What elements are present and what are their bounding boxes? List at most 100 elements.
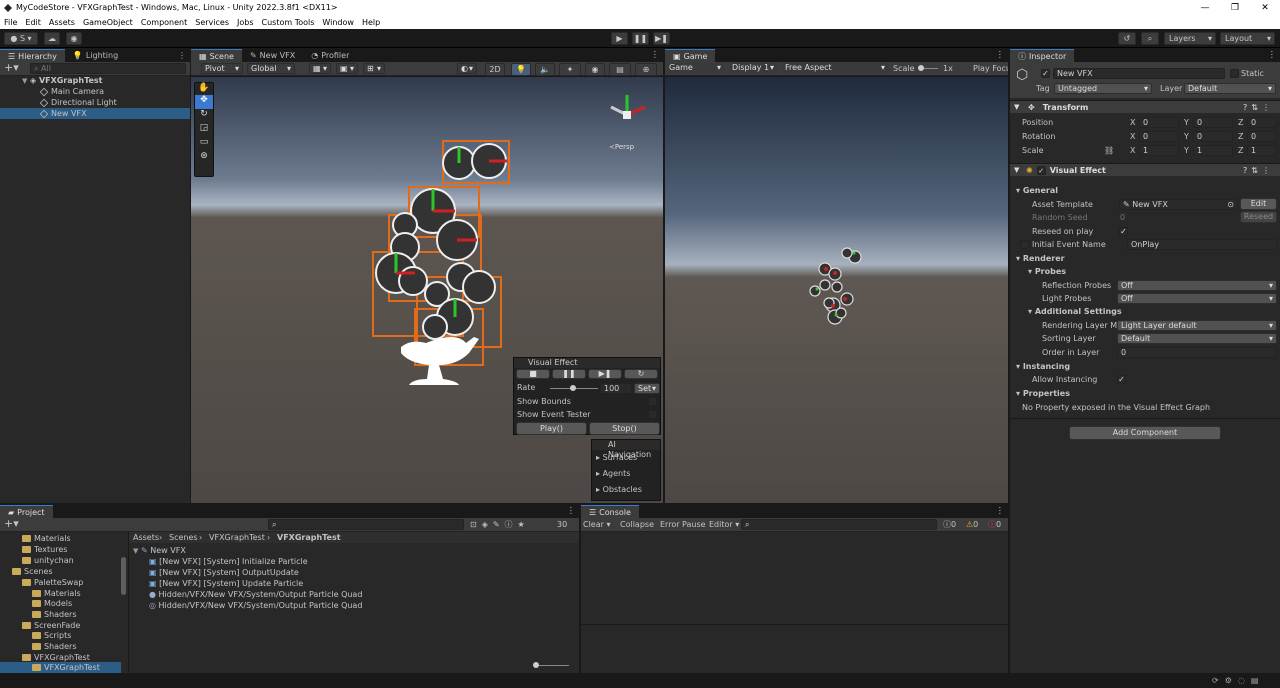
grid-snap-icon[interactable]: ▦ <box>309 63 331 74</box>
tree-scrollbar[interactable] <box>121 557 126 595</box>
vfx-stop-icon[interactable]: ■ <box>516 369 550 379</box>
shading-mode-icon[interactable]: ◐ <box>457 63 477 74</box>
global-dropdown[interactable]: Global <box>247 63 295 74</box>
menu-jobs[interactable]: Jobs <box>233 18 258 27</box>
menu-component[interactable]: Component <box>137 18 191 27</box>
pause-button[interactable]: ❚❚ <box>632 32 649 45</box>
renderer-foldout[interactable]: ▾ Renderer <box>1016 253 1065 264</box>
project-tree-item[interactable]: VFXGraphTest <box>0 662 121 673</box>
hierarchy-item-new-vfx[interactable]: New VFX <box>0 108 190 119</box>
add-component-button[interactable]: Add Component <box>1069 426 1221 440</box>
asset-list-item[interactable]: ◎ Hidden/VFX/New VFX/System/Output Parti… <box>149 600 362 611</box>
asset-list-item[interactable]: ▣ [New VFX] [System] Update Particle <box>149 578 303 589</box>
breadcrumb-assets[interactable]: Assets <box>133 532 159 543</box>
menu-assets[interactable]: Assets <box>45 18 79 27</box>
console-log-list[interactable] <box>581 532 1008 624</box>
game-mode-dropdown[interactable]: Game <box>666 63 724 74</box>
editor-dropdown[interactable]: Editor ▾ <box>709 519 739 530</box>
constrain-proportions-icon[interactable]: ⛓ <box>1104 145 1114 156</box>
rotation-y-input[interactable]: 0 <box>1193 131 1233 142</box>
asset-list-item[interactable]: ▣ [New VFX] [System] OutputUpdate <box>149 567 299 578</box>
object-picker-icon[interactable]: ⊙ <box>1227 200 1234 209</box>
component-menu-icons[interactable]: ?⇅⋮ <box>1243 166 1274 175</box>
icon-size-handle[interactable] <box>533 662 539 668</box>
status-icons[interactable]: ⟳⚙◌▤ <box>1212 675 1264 686</box>
error-count[interactable]: ⓘ0 <box>988 519 1001 530</box>
clear-button[interactable]: Clear ▾ <box>583 519 610 530</box>
grid-toggle-icon[interactable]: ▣ <box>336 63 358 74</box>
info-count[interactable]: ⓘ0 <box>943 519 956 530</box>
project-tree-item[interactable]: PaletteSwap <box>0 577 121 588</box>
gizmos-icon[interactable]: ⊕ <box>635 63 657 76</box>
component-menu-icons[interactable]: ?⇅⋮ <box>1243 103 1274 112</box>
add-icon[interactable]: +▾ <box>4 518 19 530</box>
show-event-tester-checkbox[interactable] <box>648 410 657 419</box>
menu-custom-tools[interactable]: Custom Tools <box>258 18 319 27</box>
rotation-z-input[interactable]: 0 <box>1247 131 1277 142</box>
static-checkbox[interactable] <box>1230 69 1239 78</box>
initial-event-input[interactable]: OnPlay <box>1127 239 1277 250</box>
general-foldout[interactable]: ▾ General <box>1016 185 1058 196</box>
console-detail-area[interactable] <box>581 624 1008 673</box>
camera-settings-icon[interactable]: ▤ <box>609 63 631 76</box>
project-search-input[interactable]: ⌕ <box>268 519 464 530</box>
move-tool-icon[interactable]: ✥ <box>195 95 213 109</box>
panel-menu-icon[interactable]: ⋮ <box>1268 50 1277 60</box>
collapse-button[interactable]: Collapse <box>620 519 654 530</box>
menu-help[interactable]: Help <box>358 18 384 27</box>
additional-settings-foldout[interactable]: ▾ Additional Settings <box>1028 306 1122 317</box>
initial-event-checkbox[interactable] <box>1020 240 1029 249</box>
project-tree-item[interactable]: Textures <box>0 544 121 555</box>
reflection-probes-dropdown[interactable]: Off <box>1117 280 1277 291</box>
asset-new-vfx[interactable]: ▼ ✎ New VFX <box>133 545 186 556</box>
asset-list-item[interactable]: ● Hidden/VFX/New VFX/System/Output Parti… <box>149 589 362 600</box>
rendering-layer-dropdown[interactable]: Light Layer default <box>1117 320 1277 331</box>
project-tree-item[interactable]: Models <box>0 598 121 609</box>
reseed-button[interactable]: Reseed <box>1240 211 1277 223</box>
panel-menu-icon[interactable]: ⋮ <box>178 51 186 60</box>
ai-nav-agents[interactable]: ▸ Agents <box>596 468 630 479</box>
lighting-toggle-icon[interactable]: 💡 <box>511 63 531 76</box>
menu-gameobject[interactable]: GameObject <box>79 18 137 27</box>
project-tree-item[interactable]: Materials <box>0 533 121 544</box>
project-tree-item[interactable]: Shaders <box>0 609 121 620</box>
menu-file[interactable]: File <box>0 18 21 27</box>
asset-template-field[interactable]: ✎ New VFX ⊙ <box>1119 199 1238 210</box>
tab-lighting[interactable]: 💡 Lighting <box>65 49 126 62</box>
rate-slider-handle[interactable] <box>570 385 576 391</box>
rect-tool-icon[interactable]: ▭ <box>195 137 213 151</box>
probes-foldout[interactable]: ▾ Probes <box>1028 266 1066 277</box>
hierarchy-item-main-camera[interactable]: Main Camera <box>0 86 190 97</box>
audio-toggle-icon[interactable]: 🔈 <box>535 63 555 76</box>
active-checkbox[interactable]: ✓ <box>1041 69 1050 78</box>
hierarchy-item-directional-light[interactable]: Directional Light <box>0 97 190 108</box>
order-in-layer-input[interactable]: 0 <box>1117 347 1277 358</box>
search-icon[interactable]: ⌕ <box>1141 32 1159 45</box>
layout-dropdown[interactable]: Layout ▾ <box>1220 32 1275 45</box>
menu-services[interactable]: Services <box>191 18 233 27</box>
minimize-button[interactable]: — <box>1190 3 1220 13</box>
stop-event-button[interactable]: Stop() <box>589 422 660 435</box>
layer-dropdown[interactable]: Default <box>1184 83 1276 94</box>
collab-icon[interactable]: ◉ <box>66 32 82 45</box>
icon-size-slider[interactable] <box>533 662 569 668</box>
breadcrumb-vfxgraphtest[interactable]: VFXGraphTest <box>209 532 265 543</box>
vfx-step-icon[interactable]: ▶❚ <box>588 369 622 379</box>
game-viewport[interactable] <box>665 77 1008 503</box>
display-dropdown[interactable]: Display 1 <box>729 63 777 74</box>
project-tree-item[interactable]: Scripts <box>0 630 121 641</box>
scale-tool-icon[interactable]: ◲ <box>195 123 213 137</box>
add-icon[interactable]: +▾ <box>4 62 19 74</box>
scale-y-input[interactable]: 1 <box>1193 145 1233 156</box>
error-pause-button[interactable]: Error Pause <box>660 519 706 530</box>
tab-console[interactable]: ☰ Console <box>581 505 639 518</box>
breadcrumb-scenes[interactable]: Scenes <box>169 532 198 543</box>
project-tree-item[interactable]: Shaders <box>0 641 121 652</box>
vfx-pause-icon[interactable]: ❚❚ <box>552 369 586 379</box>
rate-input[interactable]: 100 <box>600 383 632 394</box>
visibility-icon[interactable]: ◉ <box>585 63 605 76</box>
game-scale-slider[interactable] <box>918 65 938 71</box>
position-y-input[interactable]: 0 <box>1193 117 1233 128</box>
scale-z-input[interactable]: 1 <box>1247 145 1277 156</box>
tab-scene[interactable]: ▦ Scene <box>191 49 242 62</box>
